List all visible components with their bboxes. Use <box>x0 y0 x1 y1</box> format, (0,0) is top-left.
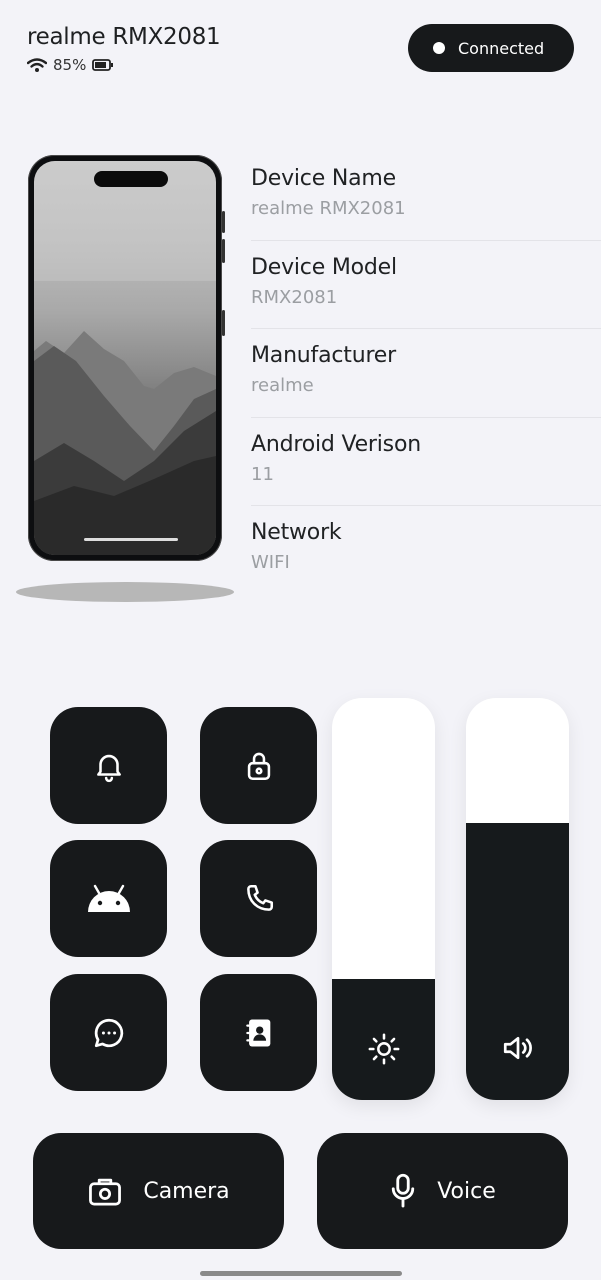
info-label: Network <box>251 520 342 545</box>
speaker-icon <box>503 1036 532 1060</box>
phone-side-button <box>222 239 225 263</box>
info-label: Android Verison <box>251 431 421 457</box>
device-status-row: 85% <box>27 56 114 74</box>
lock-button[interactable] <box>200 707 317 824</box>
notification-button[interactable] <box>50 707 167 824</box>
phone-side-button <box>222 211 225 233</box>
info-row-network: Network WIFI <box>251 506 601 595</box>
android-icon <box>87 884 130 912</box>
info-row-manufacturer: Manufacturer realme <box>251 329 601 418</box>
brightness-slider[interactable] <box>332 698 435 1100</box>
camera-button[interactable]: Camera <box>33 1133 284 1249</box>
phone-icon <box>246 884 273 911</box>
camera-label: Camera <box>143 1178 230 1204</box>
device-info-list: Device Name realme RMX2081 Device Model … <box>251 152 601 595</box>
info-value: WIFI <box>251 552 290 573</box>
wifi-icon <box>27 58 47 72</box>
lock-icon <box>247 752 270 780</box>
android-button[interactable] <box>50 840 167 957</box>
info-label: Device Model <box>251 254 397 280</box>
voice-label: Voice <box>437 1178 496 1204</box>
connection-status-button[interactable]: Connected <box>408 24 574 72</box>
battery-percent: 85% <box>53 56 87 74</box>
info-value: realme <box>251 375 314 396</box>
battery-icon <box>92 59 114 71</box>
voice-button[interactable]: Voice <box>317 1133 568 1249</box>
info-value: RMX2081 <box>251 286 338 308</box>
gesture-navigation-bar[interactable] <box>200 1271 402 1276</box>
microphone-icon <box>392 1173 415 1208</box>
message-button[interactable] <box>50 974 167 1091</box>
info-value: 11 <box>251 463 274 485</box>
contacts-icon <box>245 1019 270 1046</box>
phone-notch <box>94 171 168 187</box>
chat-bubble-icon <box>94 1018 123 1047</box>
status-dot <box>433 42 445 54</box>
info-value: realme RMX2081 <box>251 198 406 219</box>
volume-slider[interactable] <box>466 698 569 1100</box>
contacts-button[interactable] <box>200 974 317 1091</box>
phone-home-indicator <box>84 538 178 541</box>
info-label: Device Name <box>251 166 396 191</box>
phone-side-button <box>222 310 225 336</box>
info-row-device-name: Device Name realme RMX2081 <box>251 152 601 241</box>
info-row-device-model: Device Model RMX2081 <box>251 241 601 329</box>
mountain-wallpaper-image <box>34 161 216 555</box>
info-row-android-version: Android Verison 11 <box>251 418 601 506</box>
phone-preview <box>28 155 225 561</box>
connection-status-label: Connected <box>458 38 545 58</box>
camera-icon <box>89 1178 122 1206</box>
device-title: realme RMX2081 <box>27 24 221 50</box>
bell-icon <box>96 754 121 782</box>
call-button[interactable] <box>200 840 317 957</box>
phone-wallpaper <box>34 161 216 555</box>
sun-icon <box>368 1033 399 1065</box>
phone-shadow <box>16 582 234 602</box>
info-label: Manufacturer <box>251 343 396 368</box>
